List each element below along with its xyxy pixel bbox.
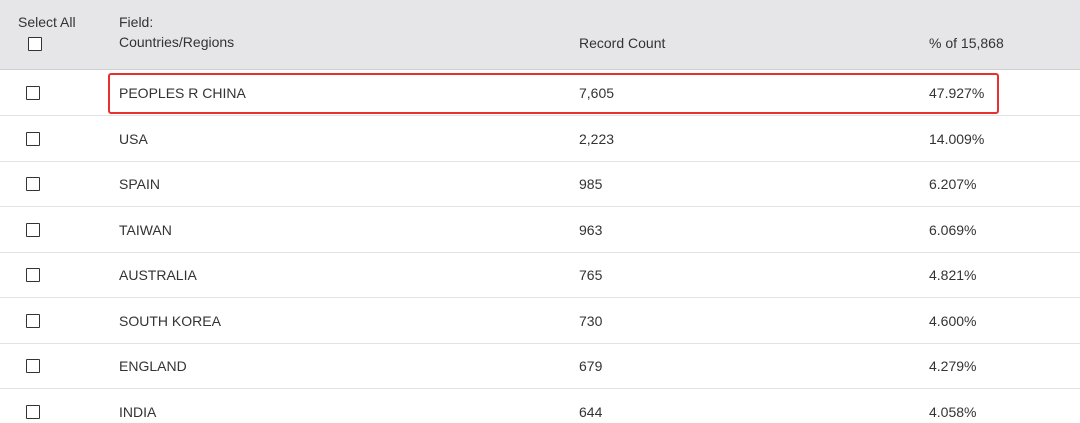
country-name: PEOPLES R CHINA [119,85,246,101]
row-checkbox[interactable] [26,314,40,328]
country-name: AUSTRALIA [119,267,197,283]
table-row: INDIA 644 4.058% [0,389,1080,423]
record-count: 644 [579,404,603,420]
table-header: Select All Field: Countries/Regions Reco… [0,0,1080,70]
country-name: SPAIN [119,176,160,192]
country-name: INDIA [119,404,157,420]
row-checkbox[interactable] [26,177,40,191]
country-name: ENGLAND [119,358,187,374]
table-row: TAIWAN 963 6.069% [0,207,1080,253]
table-row: PEOPLES R CHINA 7,605 47.927% [0,70,1080,116]
row-checkbox[interactable] [26,223,40,237]
percent-value: 6.207% [929,176,977,192]
row-checkbox[interactable] [26,86,40,100]
country-name: SOUTH KOREA [119,313,221,329]
select-all-label: Select All [18,14,76,30]
record-count: 679 [579,358,603,374]
percent-value: 4.821% [929,267,977,283]
percent-value: 6.069% [929,222,977,238]
table-row: AUSTRALIA 765 4.821% [0,252,1080,298]
record-count: 2,223 [579,131,615,147]
percent-value: 4.279% [929,358,977,374]
percent-value: 14.009% [929,131,985,147]
percent-value: 4.058% [929,404,977,420]
record-count: 730 [579,313,603,329]
row-checkbox[interactable] [26,405,40,419]
record-count: 7,605 [579,85,615,101]
field-header-value[interactable]: Countries/Regions [119,33,234,52]
results-table: Select All Field: Countries/Regions Reco… [0,0,1080,423]
percent-value: 4.600% [929,313,977,329]
table-row: USA 2,223 14.009% [0,116,1080,162]
row-checkbox[interactable] [26,359,40,373]
country-name: USA [119,131,148,147]
record-count: 765 [579,267,603,283]
field-header-label: Field: [119,14,154,30]
table-row: ENGLAND 679 4.279% [0,343,1080,389]
select-all-checkbox[interactable] [28,37,42,51]
country-name: TAIWAN [119,222,172,238]
percent-value: 47.927% [929,85,985,101]
row-checkbox[interactable] [26,268,40,282]
percent-header[interactable]: % of 15,868 [929,34,1004,53]
row-checkbox[interactable] [26,132,40,146]
record-count: 963 [579,222,603,238]
table-row: SOUTH KOREA 730 4.600% [0,298,1080,344]
table-row: SPAIN 985 6.207% [0,161,1080,207]
record-count: 985 [579,176,603,192]
record-count-header[interactable]: Record Count [579,34,665,53]
